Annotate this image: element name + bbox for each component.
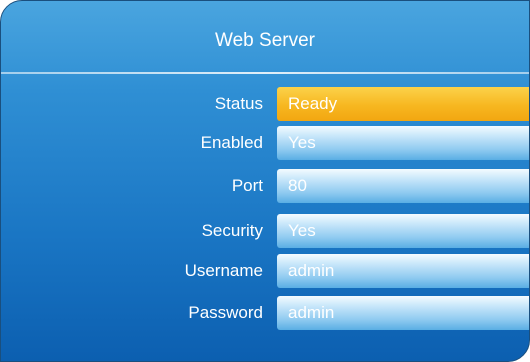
status-label: Status — [214, 94, 263, 113]
password-value-field[interactable]: admin — [277, 296, 529, 330]
security-value-field[interactable]: Yes — [277, 214, 529, 248]
port-label: Port — [231, 176, 263, 195]
password-label: Password — [188, 303, 263, 322]
page-title: Web Server — [215, 30, 315, 51]
status-row: Status Ready — [1, 87, 529, 121]
status-value-field[interactable]: Ready — [277, 87, 529, 121]
username-label: Username — [184, 261, 263, 280]
username-row: Username admin — [1, 254, 529, 288]
port-row: Port 80 — [1, 169, 529, 203]
enabled-row: Enabled Yes — [1, 126, 529, 160]
port-value-field[interactable]: 80 — [277, 169, 529, 203]
web-server-panel: Web Server Status Ready Enabled Yes Port… — [0, 0, 530, 362]
security-row: Security Yes — [1, 214, 529, 248]
username-value-field[interactable]: admin — [277, 254, 529, 288]
title-divider — [1, 72, 529, 74]
security-label: Security — [201, 221, 263, 240]
enabled-label: Enabled — [200, 133, 263, 152]
enabled-value-field[interactable]: Yes — [277, 126, 529, 160]
password-row: Password admin — [1, 296, 529, 330]
